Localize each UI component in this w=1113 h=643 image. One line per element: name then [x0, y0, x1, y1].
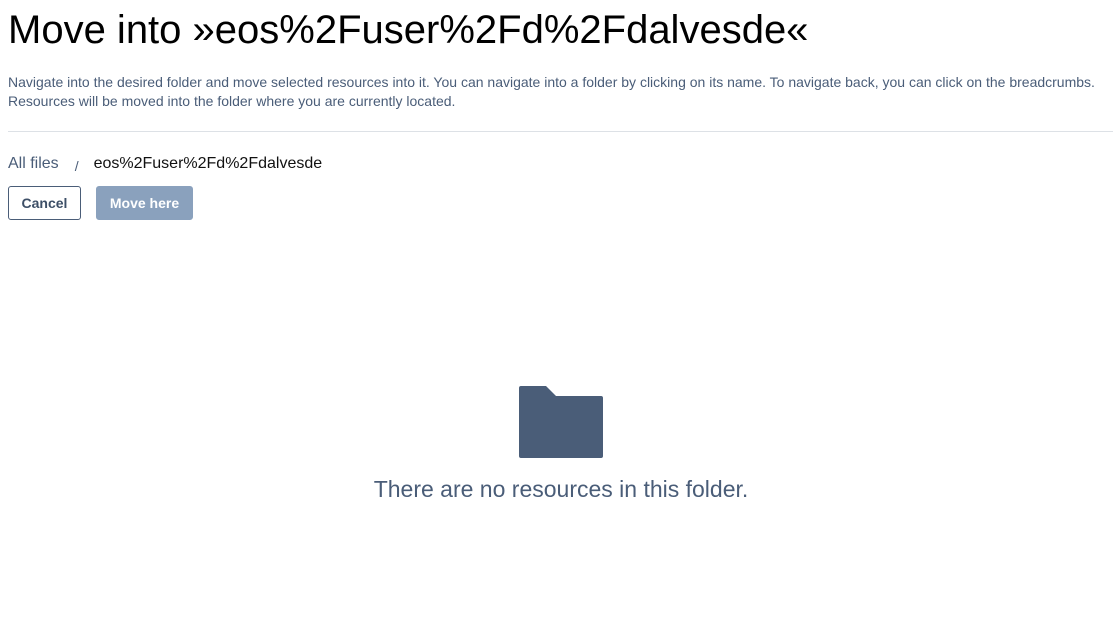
- move-here-button[interactable]: Move here: [96, 186, 193, 220]
- breadcrumb-item-all-files[interactable]: All files: [8, 155, 59, 173]
- folder-icon: [519, 386, 603, 458]
- page-description: Navigate into the desired folder and mov…: [8, 74, 1095, 109]
- empty-state-message: There are no resources in this folder.: [373, 476, 749, 502]
- breadcrumb: All files / eos%2Fuser%2Fd%2Fdalvesde: [8, 153, 322, 175]
- divider: [8, 131, 1113, 132]
- cancel-button[interactable]: Cancel: [8, 186, 81, 220]
- breadcrumb-separator: /: [74, 157, 79, 174]
- page-title: Move into »eos%2Fuser%2Fd%2Fdalvesde«: [8, 8, 809, 52]
- breadcrumb-item-current: eos%2Fuser%2Fd%2Fdalvesde: [93, 155, 323, 172]
